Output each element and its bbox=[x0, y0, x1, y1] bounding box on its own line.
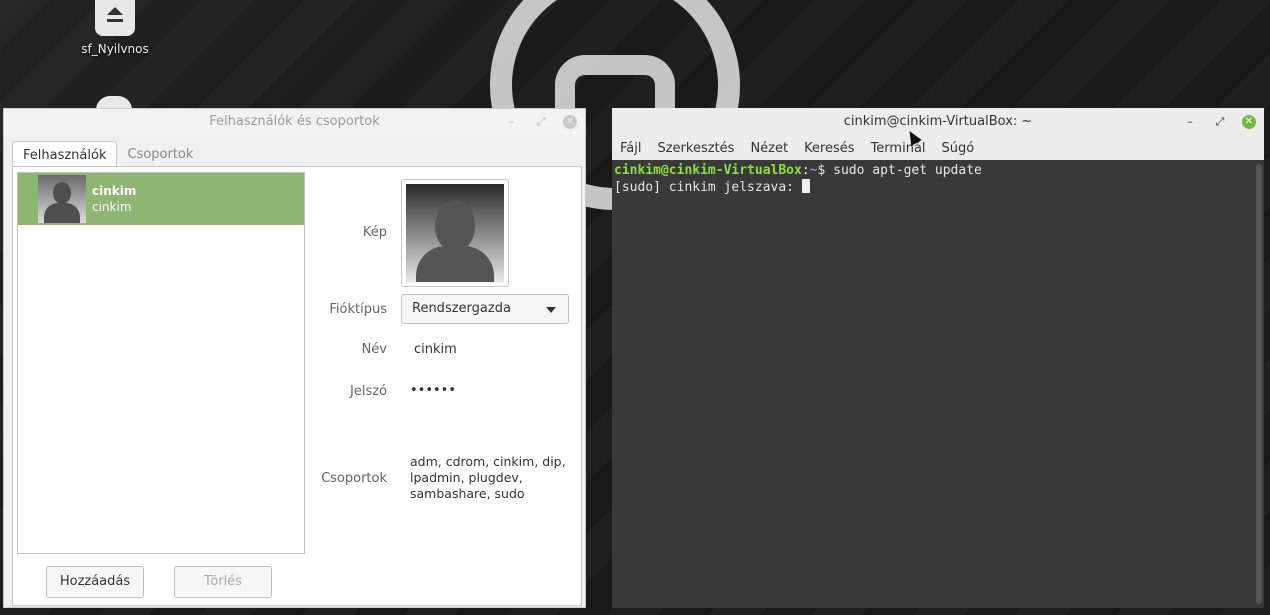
name-label: Név bbox=[361, 342, 387, 357]
add-user-button[interactable]: Hozzáadás bbox=[46, 566, 144, 598]
users-window-title: Felhasználók és csoportok bbox=[209, 114, 380, 129]
list-item-user-cinkim[interactable]: cinkim cinkim bbox=[18, 173, 304, 225]
close-icon[interactable]: ✕ bbox=[1242, 115, 1256, 129]
menu-terminal[interactable]: Terminál bbox=[871, 141, 926, 156]
eject-drive-icon bbox=[95, 0, 135, 36]
users-panel: cinkim cinkim Kép Fióktípus Rendszergazd… bbox=[12, 166, 582, 606]
user-username: cinkim bbox=[92, 200, 132, 214]
desktop-icon-shared-folder[interactable]: sf_Nyilvnos bbox=[76, 0, 154, 56]
terminal-title: cinkim@cinkim-VirtualBox: ~ bbox=[843, 114, 1033, 129]
menu-search[interactable]: Keresés bbox=[804, 141, 854, 156]
user-list: cinkim cinkim bbox=[17, 172, 305, 554]
prompt-path: ~ bbox=[809, 163, 818, 178]
close-icon[interactable]: ✕ bbox=[563, 115, 577, 129]
terminal-scrollbar[interactable] bbox=[1256, 164, 1262, 604]
terminal-menubar: Fájl Szerkesztés Nézet Keresés Terminál … bbox=[612, 136, 1264, 160]
password-label: Jelszó bbox=[350, 384, 387, 399]
prompt-user-host: cinkim@cinkim-VirtualBox bbox=[614, 163, 802, 178]
minimize-icon[interactable]: – bbox=[503, 114, 519, 130]
name-value[interactable]: cinkim bbox=[414, 342, 457, 357]
terminal-output[interactable]: cinkim@cinkim-VirtualBox:~$ sudo apt-get… bbox=[612, 160, 1254, 608]
account-type-dropdown[interactable]: Rendszergazda bbox=[401, 294, 569, 324]
picture-label: Kép bbox=[362, 225, 387, 240]
account-type-value: Rendszergazda bbox=[412, 301, 511, 316]
menu-help[interactable]: Súgó bbox=[942, 141, 975, 156]
delete-user-button[interactable]: Törlés bbox=[174, 566, 272, 598]
chevron-down-icon bbox=[546, 307, 556, 313]
terminal-command: $ sudo apt-get update bbox=[817, 163, 982, 178]
terminal-titlebar[interactable]: cinkim@cinkim-VirtualBox: ~ – ⤢ ✕ bbox=[612, 108, 1264, 136]
desktop-icon-label: sf_Nyilvnos bbox=[81, 42, 149, 56]
password-value[interactable]: •••••• bbox=[410, 383, 456, 398]
avatar bbox=[38, 175, 86, 223]
terminal-window: cinkim@cinkim-VirtualBox: ~ – ⤢ ✕ Fájl S… bbox=[612, 108, 1264, 608]
prompt-separator: : bbox=[801, 163, 810, 178]
minimize-icon[interactable]: – bbox=[1182, 114, 1198, 130]
users-window-titlebar[interactable]: Felhasználók és csoportok – ⤢ ✕ bbox=[4, 109, 585, 135]
sudo-password-prompt: [sudo] cinkim jelszava: bbox=[614, 180, 802, 195]
menu-edit[interactable]: Szerkesztés bbox=[657, 141, 734, 156]
terminal-cursor bbox=[801, 179, 810, 193]
avatar bbox=[406, 184, 504, 282]
maximize-icon[interactable]: ⤢ bbox=[533, 114, 549, 130]
menu-view[interactable]: Nézet bbox=[750, 141, 788, 156]
user-picture-button[interactable] bbox=[401, 179, 509, 287]
user-display-name: cinkim bbox=[92, 184, 137, 198]
menu-file[interactable]: Fájl bbox=[620, 141, 641, 156]
groups-value[interactable]: adm, cdrom, cinkim, dip, lpadmin, plugde… bbox=[410, 454, 570, 502]
maximize-icon[interactable]: ⤢ bbox=[1212, 114, 1228, 130]
terminal-line-2: [sudo] cinkim jelszava: bbox=[614, 179, 1252, 196]
users-groups-window: Felhasználók és csoportok – ⤢ ✕ Felhaszn… bbox=[3, 108, 586, 608]
terminal-line-1: cinkim@cinkim-VirtualBox:~$ sudo apt-get… bbox=[614, 162, 1252, 179]
tab-groups[interactable]: Csoportok bbox=[117, 141, 203, 169]
groups-label: Csoportok bbox=[321, 471, 387, 486]
account-type-label: Fióktípus bbox=[329, 302, 387, 317]
